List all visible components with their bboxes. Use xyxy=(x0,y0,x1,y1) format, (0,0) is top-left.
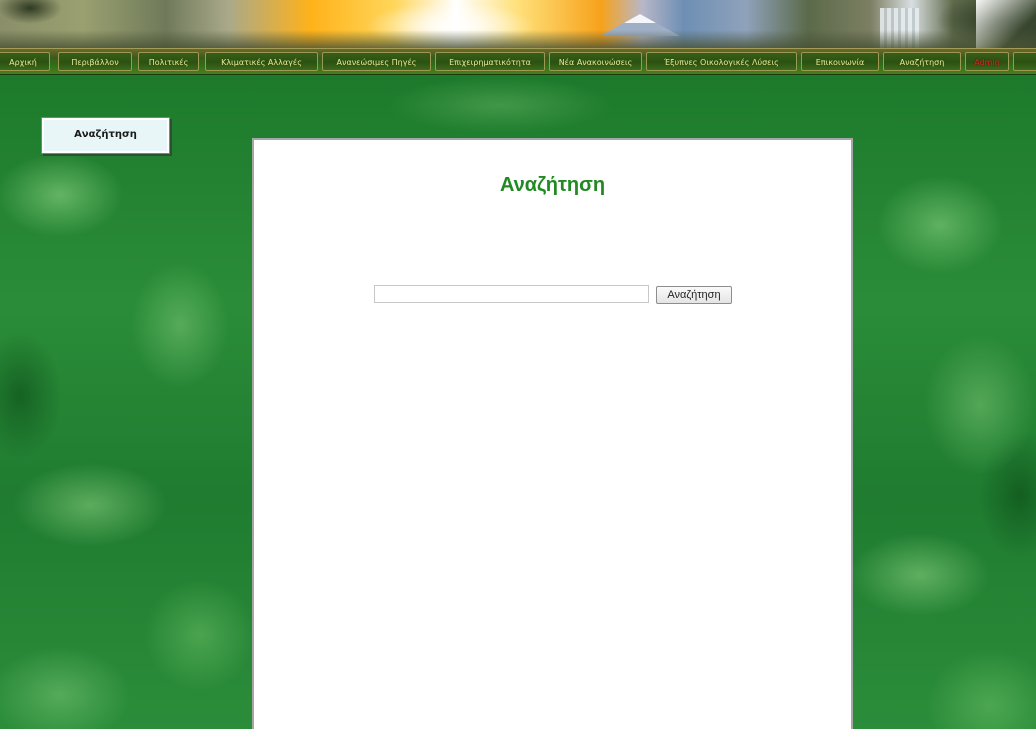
search-button[interactable]: Αναζήτηση xyxy=(656,286,732,304)
nav-item-home[interactable]: Αρχική xyxy=(0,52,50,71)
banner-hills xyxy=(0,30,1036,48)
banner-corner-swirl xyxy=(976,0,1036,48)
nav-item-environment[interactable]: Περιβάλλον xyxy=(58,52,132,71)
header-banner xyxy=(0,0,1036,48)
sidebar-search-button[interactable]: Αναζήτηση xyxy=(41,117,170,154)
nav-item-policies[interactable]: Πολιτικές xyxy=(138,52,199,71)
nav-item-search[interactable]: Αναζήτηση xyxy=(883,52,961,71)
nav-item-contact[interactable]: Επικοινωνία xyxy=(801,52,879,71)
nav-item-overflow xyxy=(1013,52,1036,71)
search-input[interactable] xyxy=(374,285,649,303)
nav-item-climate-change[interactable]: Κλιματικές Αλλαγές xyxy=(205,52,318,71)
nav-item-entrepreneurship[interactable]: Επιχειρηματικότητα xyxy=(435,52,545,71)
main-nav: Αρχική Περιβάλλον Πολιτικές Κλιματικές Α… xyxy=(0,48,1036,75)
nav-item-admin[interactable]: Admin xyxy=(965,52,1009,71)
page-title: Αναζήτηση xyxy=(499,174,606,196)
banner-mountain-snow xyxy=(624,14,656,23)
nav-item-news[interactable]: Νέα Ανακοινώσεις xyxy=(549,52,642,71)
nav-item-smart-eco-solutions[interactable]: Έξυπνες Οικολογικές Λύσεις xyxy=(646,52,797,71)
page: Αρχική Περιβάλλον Πολιτικές Κλιματικές Α… xyxy=(0,0,1036,729)
nav-item-renewable-sources[interactable]: Ανανεώσιμες Πηγές xyxy=(322,52,431,71)
content-panel: Αναζήτηση Αναζήτηση xyxy=(252,138,853,729)
